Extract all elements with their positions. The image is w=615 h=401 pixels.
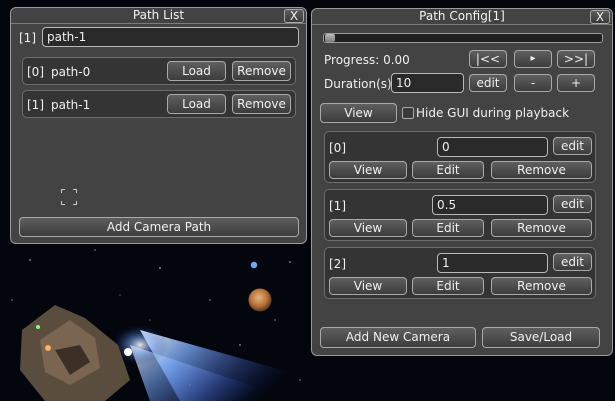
path-list-title: Path List bbox=[11, 8, 306, 24]
progress-slider-thumb[interactable] bbox=[325, 34, 335, 42]
camera-view-button[interactable]: View bbox=[329, 277, 407, 295]
duration-edit-button[interactable]: edit bbox=[469, 74, 507, 92]
save-load-button[interactable]: Save/Load bbox=[482, 327, 600, 348]
camera-edit-time-button[interactable]: edit bbox=[553, 195, 592, 213]
path-load-button[interactable]: Load bbox=[167, 94, 226, 114]
path-row-index: [1] bbox=[27, 98, 44, 112]
rewind-button[interactable]: |<< bbox=[469, 50, 507, 68]
current-path-index: [1] bbox=[19, 31, 36, 45]
camera-edit-time-button[interactable]: edit bbox=[553, 253, 592, 271]
path-config-window: Path Config[1] X Progress: 0.00 |<< ▸ >>… bbox=[311, 8, 613, 356]
camera-time-input[interactable]: 0.5 bbox=[432, 195, 548, 215]
path-row-name: path-0 bbox=[51, 65, 91, 79]
camera-edit-button[interactable]: Edit bbox=[412, 277, 484, 295]
path-row-name: path-1 bbox=[51, 98, 91, 112]
small-planet bbox=[250, 261, 258, 269]
camera-row: [0] 0 edit View Edit Remove bbox=[324, 131, 596, 183]
camera-index: [0] bbox=[329, 141, 346, 155]
progress-slider-track[interactable] bbox=[323, 33, 603, 43]
crosshair-icon bbox=[61, 189, 77, 205]
duration-plus-button[interactable]: + bbox=[557, 74, 595, 92]
add-new-camera-button[interactable]: Add New Camera bbox=[320, 327, 476, 348]
camera-remove-button[interactable]: Remove bbox=[491, 161, 592, 179]
camera-view-button[interactable]: View bbox=[329, 161, 407, 179]
camera-remove-button[interactable]: Remove bbox=[491, 219, 592, 237]
camera-row: [2] 1 edit View Edit Remove bbox=[324, 247, 596, 299]
progress-label: Progress: 0.00 bbox=[324, 53, 410, 67]
jupiter-planet bbox=[248, 288, 272, 312]
camera-row: [1] 0.5 edit View Edit Remove bbox=[324, 189, 596, 241]
camera-edit-button[interactable]: Edit bbox=[412, 161, 484, 179]
add-camera-path-button[interactable]: Add Camera Path bbox=[19, 217, 299, 237]
path-list-window: Path List X [1] path-1 [0] path-0 Load R… bbox=[10, 7, 307, 244]
path-config-title: Path Config[1] bbox=[312, 9, 612, 25]
path-list-close-button[interactable]: X bbox=[284, 9, 304, 23]
end-button[interactable]: >>| bbox=[557, 50, 595, 68]
path-config-close-button[interactable]: X bbox=[590, 10, 610, 24]
duration-input[interactable]: 10 bbox=[391, 73, 464, 93]
camera-remove-button[interactable]: Remove bbox=[491, 277, 592, 295]
camera-index: [1] bbox=[329, 199, 346, 213]
camera-view-button[interactable]: View bbox=[329, 219, 407, 237]
path-row-index: [0] bbox=[27, 65, 44, 79]
path-list-row: [1] path-1 Load Remove bbox=[22, 90, 296, 118]
camera-edit-button[interactable]: Edit bbox=[412, 219, 484, 237]
duration-minus-button[interactable]: - bbox=[514, 74, 552, 92]
path-name-input[interactable]: path-1 bbox=[42, 27, 299, 47]
path-remove-button[interactable]: Remove bbox=[232, 94, 291, 114]
hide-gui-label: Hide GUI during playback bbox=[416, 106, 570, 120]
camera-time-input[interactable]: 1 bbox=[437, 253, 548, 273]
view-path-button[interactable]: View bbox=[320, 103, 397, 123]
camera-time-input[interactable]: 0 bbox=[437, 137, 548, 157]
camera-edit-time-button[interactable]: edit bbox=[553, 137, 592, 155]
path-remove-button[interactable]: Remove bbox=[232, 61, 291, 81]
duration-label: Duration(s) bbox=[324, 77, 392, 91]
path-load-button[interactable]: Load bbox=[167, 61, 226, 81]
play-button[interactable]: ▸ bbox=[514, 50, 552, 68]
path-list-row: [0] path-0 Load Remove bbox=[22, 57, 296, 85]
camera-index: [2] bbox=[329, 257, 346, 271]
hide-gui-checkbox[interactable] bbox=[402, 107, 414, 119]
